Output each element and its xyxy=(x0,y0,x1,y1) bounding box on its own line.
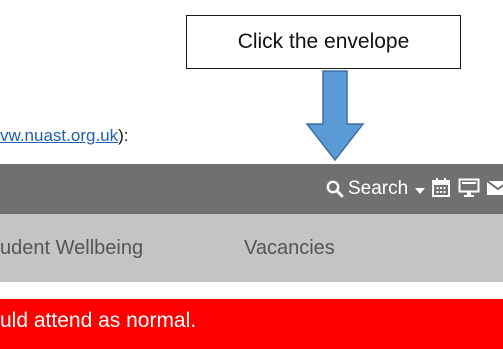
intro-trailing-text: ): xyxy=(118,126,129,145)
instruction-callout: Click the envelope xyxy=(186,15,461,69)
nav-bar: udent Wellbeing Vacancies xyxy=(0,214,503,282)
alert-banner: uld attend as normal. xyxy=(0,299,503,349)
intro-text: vw.nuast.org.uk): xyxy=(0,126,129,146)
search-icon xyxy=(326,180,344,198)
search-label: Search xyxy=(348,178,409,199)
nav-item-student-wellbeing[interactable]: udent Wellbeing xyxy=(0,237,143,260)
calendar-icon[interactable] xyxy=(431,178,451,198)
nav-item-vacancies[interactable]: Vacancies xyxy=(244,237,335,260)
monitor-icon[interactable] xyxy=(458,178,480,198)
website-link[interactable]: vw.nuast.org.uk xyxy=(0,126,118,145)
search-button[interactable]: Search xyxy=(326,176,426,202)
chevron-down-icon xyxy=(415,187,426,194)
top-bar: Search xyxy=(0,164,503,214)
envelope-icon[interactable] xyxy=(486,178,503,198)
callout-text: Click the envelope xyxy=(237,30,410,53)
alert-text: uld attend as normal. xyxy=(0,309,197,332)
down-arrow-icon xyxy=(305,70,365,162)
